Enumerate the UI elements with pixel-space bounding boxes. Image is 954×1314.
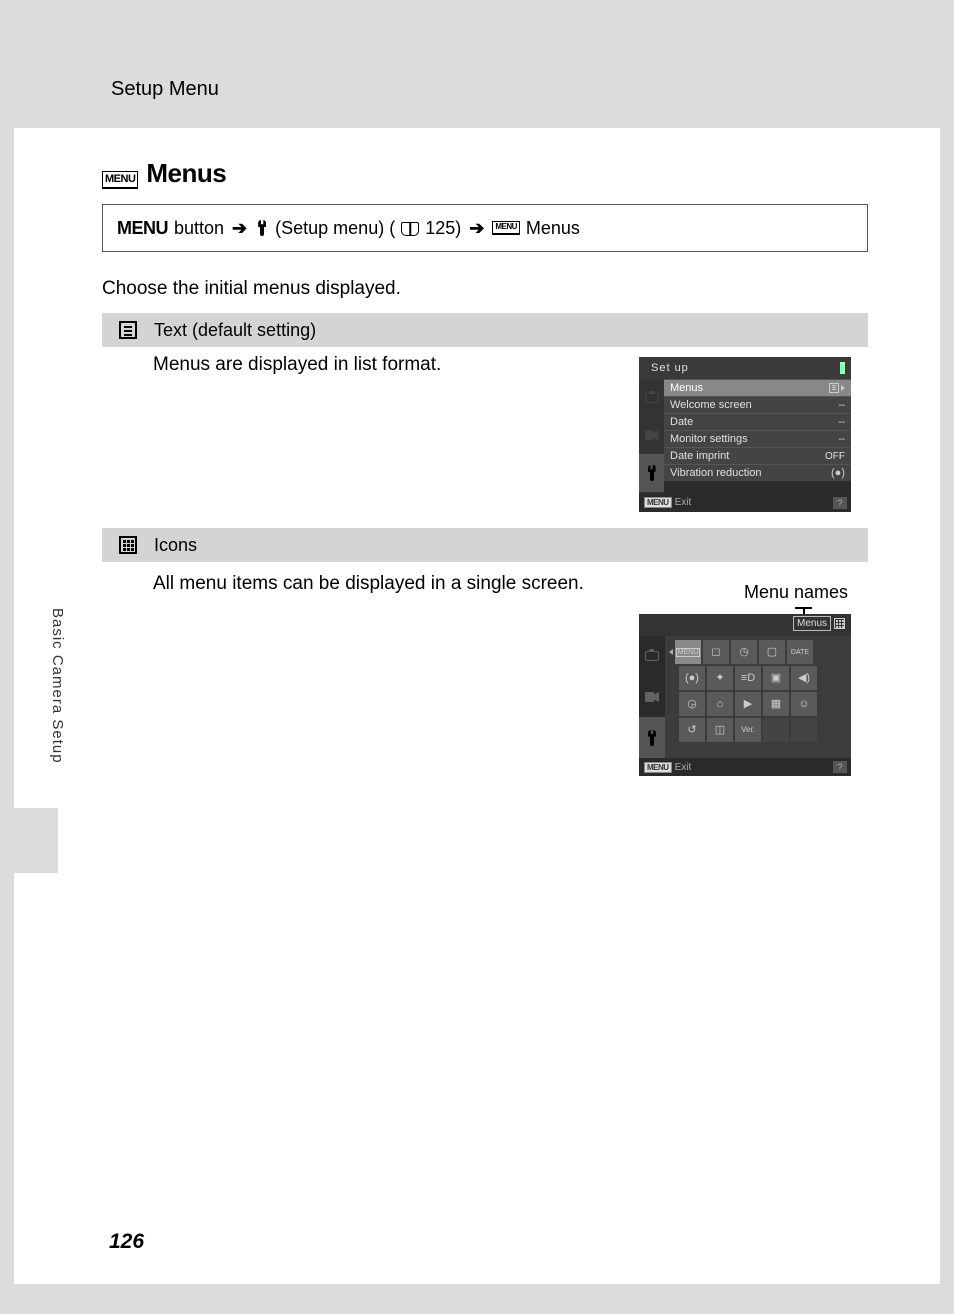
section-header: Setup Menu bbox=[111, 78, 219, 101]
wrench-icon bbox=[645, 464, 659, 482]
list-item: Date imprintOFF bbox=[664, 447, 851, 464]
path-target: Menus bbox=[526, 218, 580, 239]
arrow-icon: ➔ bbox=[469, 218, 484, 239]
setup-menu-text: (Setup menu) ( bbox=[275, 218, 395, 239]
blink-icon: ☺ bbox=[798, 699, 809, 710]
reset-icon: ↺ bbox=[687, 725, 696, 736]
book-icon bbox=[401, 222, 419, 236]
page-title-row: MENU Menus bbox=[102, 158, 226, 189]
menu-label-icon: MENU bbox=[644, 497, 672, 508]
list-icon bbox=[119, 321, 137, 339]
menu-box-icon: MENU bbox=[102, 171, 138, 189]
cam-list-tabs bbox=[639, 379, 664, 493]
side-tab: Basic Camera Setup bbox=[14, 588, 71, 873]
clock-icon: ◷ bbox=[739, 647, 749, 658]
cam-grid-footer: MENU Exit ? bbox=[639, 758, 851, 776]
cam-list-footer: MENU Exit ? bbox=[639, 493, 851, 512]
intro-text: Choose the initial menus displayed. bbox=[102, 278, 401, 300]
video-icon bbox=[645, 692, 659, 702]
page-title: Menus bbox=[146, 158, 226, 189]
breadcrumb-path: MENU button ➔ (Setup menu) ( 125) ➔ MENU… bbox=[102, 204, 868, 252]
option-text-header: Text (default setting) bbox=[102, 313, 868, 347]
zoom-icon: ▣ bbox=[771, 673, 781, 684]
sound-icon: ◀) bbox=[798, 673, 810, 684]
camera-icon bbox=[645, 393, 659, 403]
monitor-icon: ▢ bbox=[767, 647, 777, 658]
page-number: 126 bbox=[109, 1230, 144, 1254]
list-icon bbox=[829, 383, 839, 393]
list-item: Welcome screen-- bbox=[664, 396, 851, 413]
menu-label-icon: MENU bbox=[644, 762, 672, 773]
vr-icon: (●) bbox=[685, 673, 699, 684]
grid-menu-label: Menus bbox=[793, 616, 845, 631]
list-item: Menus bbox=[664, 379, 851, 396]
list-item: Date-- bbox=[664, 413, 851, 430]
format-icon: ⌂ bbox=[717, 699, 724, 710]
option-text-body: Menus are displayed in list format. bbox=[153, 354, 633, 376]
wrench-icon bbox=[645, 729, 659, 747]
auto-off-icon: ◶ bbox=[687, 699, 697, 710]
menu-names-label: Menu names bbox=[744, 582, 848, 603]
side-tab-label: Basic Camera Setup bbox=[49, 608, 66, 764]
list-item: Monitor settings-- bbox=[664, 430, 851, 447]
menu-button-label: MENU bbox=[117, 218, 168, 239]
grid-icon bbox=[834, 618, 845, 629]
menu-box-icon: MENU bbox=[492, 221, 520, 235]
grid-icon bbox=[119, 536, 137, 554]
cam-list-rows: Menus Welcome screen-- Date-- Monitor se… bbox=[664, 379, 851, 493]
option-text-title: Text (default setting) bbox=[154, 320, 316, 341]
chevron-left-icon bbox=[669, 649, 673, 655]
motion-icon: ✦ bbox=[715, 673, 724, 684]
help-icon: ? bbox=[833, 761, 847, 773]
vr-icon: (●) bbox=[831, 467, 845, 479]
camera-list-screenshot: Set up Menus Welcome screen-- Date-- Mon… bbox=[639, 357, 851, 512]
button-word: button bbox=[174, 218, 224, 239]
cam-list-title: Set up bbox=[639, 357, 851, 379]
tv-icon: ▦ bbox=[771, 699, 781, 710]
option-icons-title: Icons bbox=[154, 535, 197, 556]
date-icon: DATE bbox=[791, 649, 809, 656]
video-icon bbox=[645, 430, 659, 440]
arrow-icon: ➔ bbox=[232, 218, 247, 239]
cam-grid-cells: MENU ◻ ◷ ▢ DATE (●) ✦ ≡D ▣ ◀) ◶ ⌂ ▶ bbox=[665, 636, 851, 758]
welcome-icon: ◻ bbox=[711, 647, 720, 658]
page-ref: 125) bbox=[425, 218, 461, 239]
menu-icon: MENU bbox=[676, 648, 701, 657]
option-icons-body: All menu items can be displayed in a sin… bbox=[153, 573, 633, 595]
cam-grid-tabs bbox=[639, 636, 665, 758]
camera-icon bbox=[645, 651, 659, 661]
option-icons-header: Icons bbox=[102, 528, 868, 562]
list-item: Vibration reduction(●) bbox=[664, 464, 851, 481]
af-icon: ≡D bbox=[741, 673, 755, 684]
version-icon: Ver. bbox=[741, 726, 755, 734]
camera-grid-screenshot: Menus MENU ◻ ◷ ▢ DATE (●) bbox=[639, 614, 851, 776]
card-icon: ◫ bbox=[715, 725, 725, 736]
chevron-right-icon bbox=[841, 385, 845, 391]
help-icon: ? bbox=[833, 497, 847, 509]
language-icon: ▶ bbox=[744, 699, 752, 710]
wrench-icon bbox=[255, 219, 269, 237]
